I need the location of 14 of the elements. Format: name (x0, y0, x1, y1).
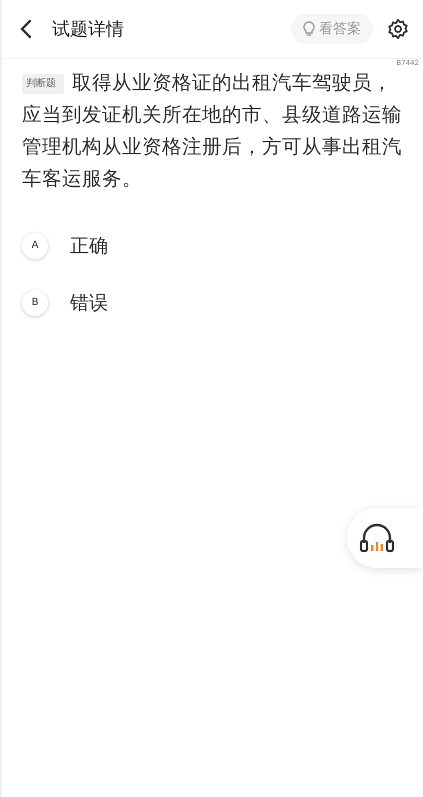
settings-icon[interactable] (387, 18, 409, 40)
lightbulb-icon (303, 21, 315, 37)
question-text: 判断题 取得从业资格证的出租汽车驾驶员，应当到发证机关所在地的市、县级道路运输管理机构从业资格注册后，方可从事出租汽车客运服务。 (22, 70, 403, 192)
option-text: 正确 (70, 234, 108, 258)
page-title: 试题详情 (52, 18, 124, 41)
question-type-tag: 判断题 (22, 74, 64, 94)
option-letter: B (22, 290, 48, 316)
answer-option[interactable]: A 正确 (20, 217, 405, 274)
option-letter: A (22, 232, 48, 258)
headphones-icon (359, 523, 395, 553)
back-icon[interactable] (20, 19, 32, 39)
answer-option[interactable]: B 错误 (20, 274, 405, 331)
option-text: 错误 (70, 290, 108, 316)
audio-button[interactable] (347, 508, 423, 568)
